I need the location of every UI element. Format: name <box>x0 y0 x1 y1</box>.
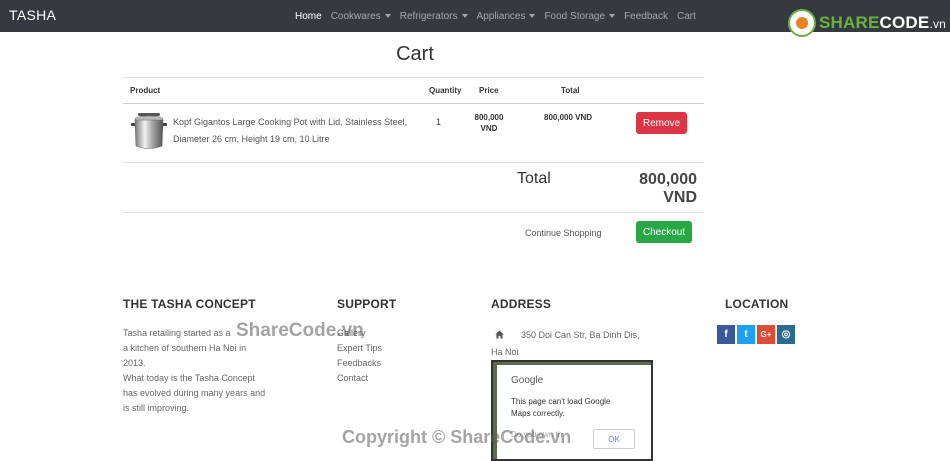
page-title: Cart <box>396 43 434 65</box>
home-icon <box>495 330 504 339</box>
remove-button[interactable]: Remove <box>636 112 687 134</box>
sharecode-logo-icon <box>788 9 816 37</box>
nav-home-label: Home <box>295 10 322 22</box>
address-line-1: 350 Doi Can Str, Ba Dinh Dis, <box>521 330 640 340</box>
google-plus-icon[interactable]: G+ <box>757 325 775 344</box>
product-total: 800,000 VND <box>544 113 593 122</box>
sharecode-logo-text: SHARECODE.vn <box>819 13 947 32</box>
nav-cookwares[interactable]: Cookwares <box>331 11 391 22</box>
column-header-total: Total <box>561 86 580 95</box>
watermark-copyright: Copyright © ShareCode.vn <box>342 427 572 447</box>
support-link-contact[interactable]: Contact <box>337 371 382 386</box>
sharecode-logo: SHARECODE.vn <box>788 9 946 37</box>
brand-link[interactable]: TASHA <box>9 7 56 23</box>
main-nav: Home Cookwares Refrigerators Appliances … <box>295 0 705 32</box>
chevron-down-icon <box>384 13 391 18</box>
column-header-price: Price <box>479 86 499 95</box>
chevron-down-icon <box>461 13 468 18</box>
cooking-pot-image <box>131 113 167 149</box>
nav-appliances-label: Appliances <box>476 10 526 22</box>
support-link-expert-tips[interactable]: Expert Tips <box>337 341 382 356</box>
nav-cart[interactable]: Cart <box>677 11 696 22</box>
nav-cart-label: Cart <box>676 10 696 22</box>
table-header-border <box>123 103 704 104</box>
top-navbar: TASHA Home Cookwares Refrigerators Appli… <box>0 0 950 37</box>
twitter-icon[interactable]: t <box>737 325 755 344</box>
checkout-button[interactable]: Checkout <box>636 221 692 243</box>
nav-refrigerators-label: Refrigerators <box>399 10 458 22</box>
nav-feedback[interactable]: Feedback <box>624 11 668 22</box>
support-link-feedbacks[interactable]: Feedbacks <box>337 356 382 371</box>
continue-shopping-link[interactable]: Continue Shopping <box>525 228 602 238</box>
nav-cookwares-label: Cookwares <box>330 10 381 22</box>
map-ok-button[interactable]: OK <box>593 429 635 449</box>
watermark-center: ShareCode.vn <box>236 320 364 341</box>
table-top-border <box>123 77 704 78</box>
chevron-down-icon <box>529 13 536 18</box>
product-price: 800,000 VND <box>474 113 504 133</box>
total-border <box>123 212 704 213</box>
footer-heading-concept: THE TASHA CONCEPT <box>123 297 256 311</box>
address-line-2: Ha Noi <box>491 347 519 357</box>
nav-refrigerators[interactable]: Refrigerators <box>400 11 468 22</box>
cart-total-value: 800,000 VND <box>639 171 697 206</box>
cart-total-label: Total <box>517 170 551 187</box>
footer-heading-location: LOCATION <box>725 297 789 311</box>
product-name[interactable]: Kopf Gigantos Large Cooking Pot with Lid… <box>173 114 413 148</box>
instagram-icon[interactable]: ◎ <box>777 325 795 344</box>
nav-food-storage-label: Food Storage <box>544 10 606 22</box>
product-quantity: 1 <box>436 117 442 127</box>
footer-heading-address: ADDRESS <box>491 297 552 311</box>
row-border <box>123 162 704 163</box>
map-error-message: This page can't load Google Maps correct… <box>511 397 611 418</box>
footer-heading-support: SUPPORT <box>337 297 397 311</box>
google-brand: Google <box>511 375 544 386</box>
nav-food-storage[interactable]: Food Storage <box>544 10 616 22</box>
column-header-product: Product <box>130 86 161 95</box>
nav-appliances[interactable]: Appliances <box>477 11 536 22</box>
column-header-quantity: Quantity <box>429 86 462 95</box>
nav-home[interactable]: Home <box>295 11 322 22</box>
chevron-down-icon <box>609 13 616 18</box>
nav-feedback-label: Feedback <box>624 10 668 22</box>
facebook-icon[interactable]: f <box>717 325 735 344</box>
